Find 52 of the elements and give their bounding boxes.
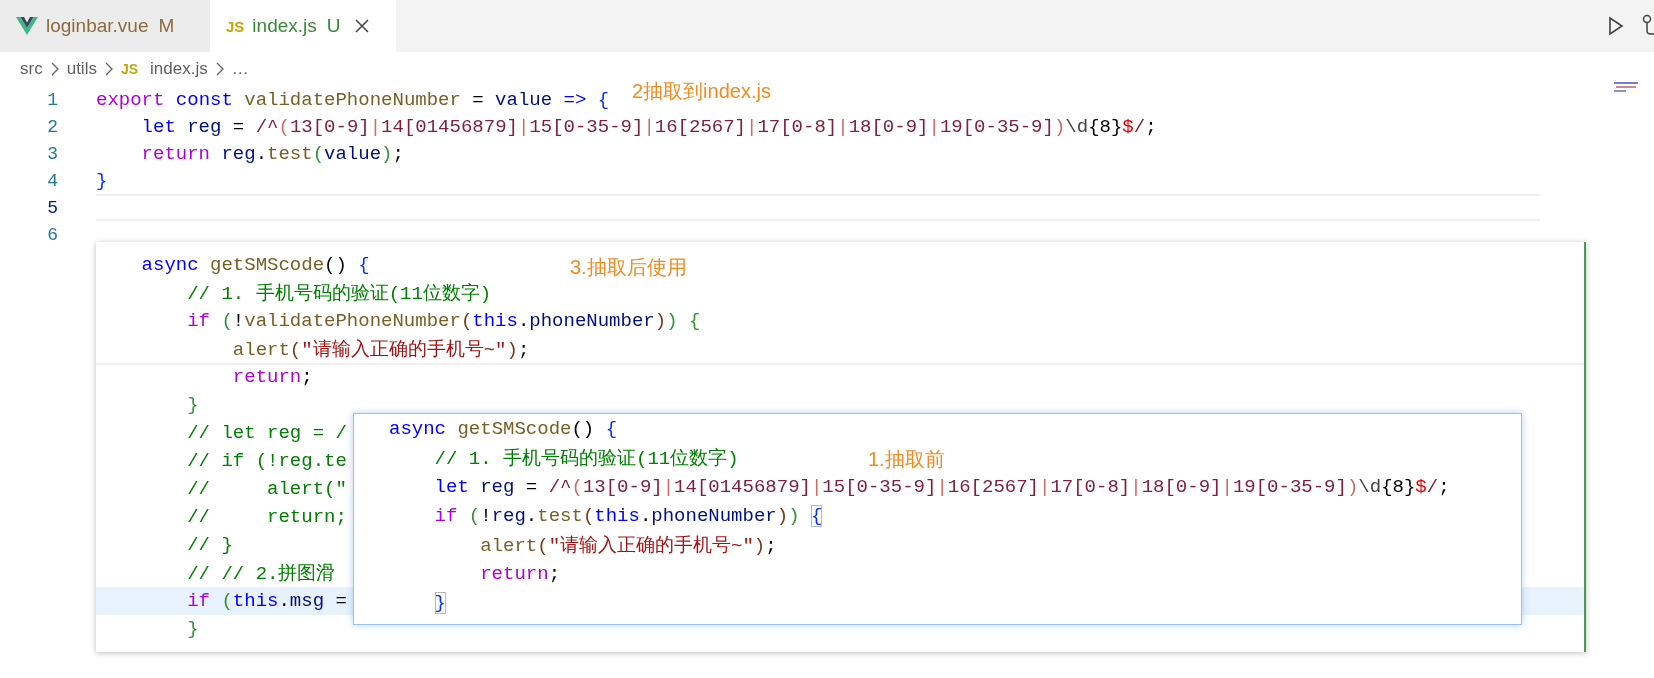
editor-tab[interactable]: loginbar.vue M <box>0 0 210 52</box>
breadcrumb-item[interactable]: index.js <box>150 59 208 79</box>
code-line: // 1. 手机号码的验证(11位数字) <box>433 446 739 471</box>
code-line: return reg.test(value); <box>140 142 404 165</box>
code-line: if (!reg.test(this.phoneNumber)) { <box>433 504 823 527</box>
code-line: alert("请输入正确的手机号~"); <box>231 338 530 362</box>
breadcrumb-item[interactable]: … <box>231 59 249 79</box>
code-line: // } <box>186 534 233 556</box>
code-line: // let reg = / <box>186 422 347 444</box>
minimap-drawing <box>1614 82 1640 94</box>
code-line: // if (!reg.te <box>186 450 347 472</box>
breadcrumb-item[interactable]: utils <box>66 59 97 79</box>
code-line: } <box>96 169 108 192</box>
code-line: let reg = /^(13[0-9]|14[01456879]|15[0-35-9]|16[2567]|17[0-8]|18[0-9]|19[0-35-9])\d{8}$/; <box>140 115 1157 138</box>
code-line: export const validatePhoneNumber = value => { <box>96 88 610 111</box>
code-line: // return; <box>186 506 347 528</box>
annotation-label: 2抽取到index.js <box>632 79 771 104</box>
code-line: // alert(" <box>186 478 347 500</box>
source-control-icon[interactable] <box>1642 14 1654 38</box>
run-icon[interactable] <box>1608 16 1624 36</box>
code-line: // // 2.拼图滑 <box>186 562 336 586</box>
annotation-label: 1.抽取前 <box>868 447 945 472</box>
git-status-label: U <box>326 15 341 37</box>
line-number: 4 <box>46 170 58 191</box>
git-status-label: M <box>158 15 175 37</box>
code-line: async getSMScode() { <box>140 254 370 276</box>
code-line: } <box>186 618 199 640</box>
code-line: if (!validatePhoneNumber(this.phoneNumber)) { <box>186 310 701 332</box>
code-line: if (this.msg = <box>186 590 347 612</box>
code-line: alert("请输入正确的手机号~"); <box>479 533 777 558</box>
code-line: async getSMScode() { <box>389 417 618 440</box>
line-number: 1 <box>46 89 58 110</box>
js-file-icon: JS <box>120 61 139 77</box>
line-number: 5 <box>46 197 58 218</box>
code-line: } <box>433 591 446 614</box>
line-number: 2 <box>46 116 58 137</box>
code-line: return; <box>231 366 313 388</box>
chevron-icon <box>215 62 224 76</box>
code-line: return; <box>479 562 561 585</box>
line-number: 3 <box>46 143 58 164</box>
close-icon[interactable] <box>354 19 369 33</box>
line-number: 6 <box>46 224 58 245</box>
chevron-icon <box>104 62 113 76</box>
editor-tab[interactable]: JS index.js U <box>210 0 396 52</box>
code-line: // 1. 手机号码的验证(11位数字) <box>186 282 492 306</box>
annotation-label: 3.抽取后使用 <box>570 255 687 280</box>
breadcrumb-item[interactable]: src <box>20 59 43 79</box>
code-line: } <box>186 394 199 416</box>
chevron-icon <box>50 62 59 76</box>
vue-logo-icon <box>16 16 38 36</box>
code-line: let reg = /^(13[0-9]|14[01456879]|15[0-35-9]|16[2567]|17[0-8]|18[0-9]|19[0-35-9])\d{8}$/; <box>433 475 1450 498</box>
js-file-icon: JS <box>226 17 245 35</box>
